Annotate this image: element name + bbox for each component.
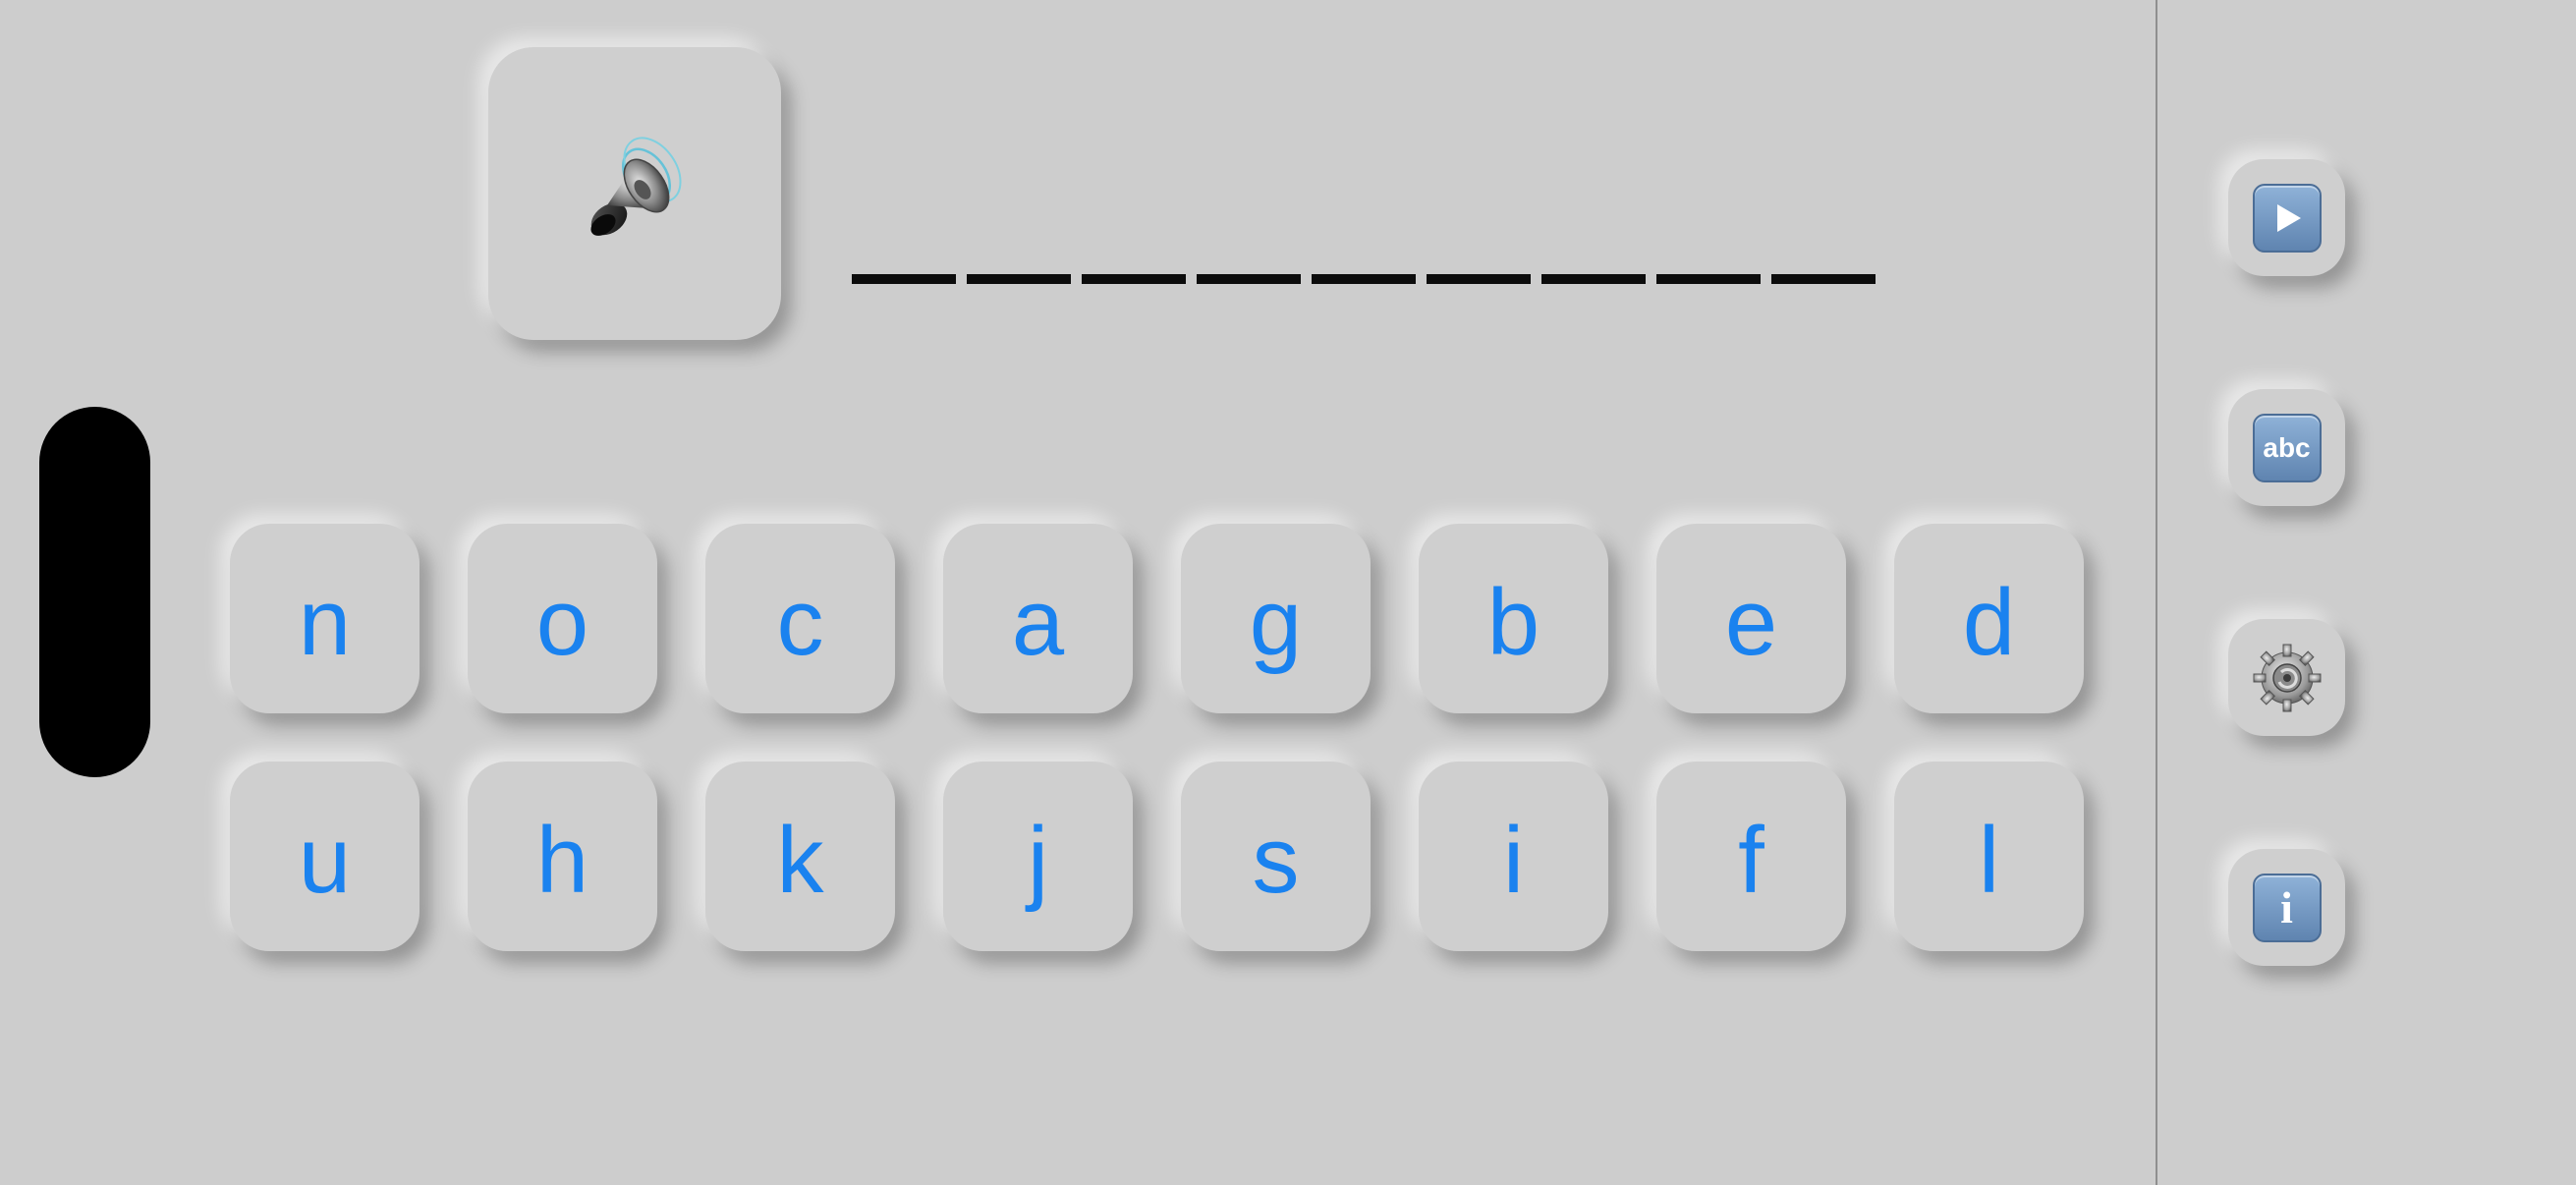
letter-key-s[interactable]: s — [1181, 762, 1371, 951]
letter-key-label: o — [535, 569, 589, 675]
app-window: n o c a g b e d u h k j s i f l abc i — [0, 0, 2576, 1185]
speak-word-button[interactable] — [488, 47, 781, 340]
letter-key-label: s — [1252, 807, 1300, 913]
letter-blank — [1082, 274, 1186, 284]
sidebar-divider — [2156, 0, 2157, 1185]
info-icon: i — [2252, 873, 2322, 942]
letter-key-l[interactable]: l — [1894, 762, 2084, 951]
letter-key-label: b — [1486, 569, 1540, 675]
letter-key-i[interactable]: i — [1419, 762, 1608, 951]
play-button[interactable] — [2228, 159, 2345, 276]
drag-handle[interactable] — [39, 407, 150, 777]
letter-key-label: d — [1962, 569, 2016, 675]
play-icon — [2252, 183, 2322, 253]
letter-key-g[interactable]: g — [1181, 524, 1371, 713]
letter-key-j[interactable]: j — [943, 762, 1133, 951]
letter-blank — [1656, 274, 1761, 284]
letter-blank — [1197, 274, 1301, 284]
letter-blank — [1427, 274, 1531, 284]
letter-key-label: c — [776, 569, 824, 675]
letter-key-label: k — [776, 807, 824, 913]
letter-key-label: j — [1027, 807, 1049, 913]
letter-blank — [967, 274, 1071, 284]
alphabet-button[interactable]: abc — [2228, 389, 2345, 506]
word-blanks — [852, 274, 1876, 284]
letter-key-label: l — [1978, 807, 2000, 913]
letter-blank — [1771, 274, 1876, 284]
letter-key-f[interactable]: f — [1656, 762, 1846, 951]
gear-icon — [2253, 644, 2321, 711]
letter-blank — [1541, 274, 1646, 284]
info-label: i — [2280, 882, 2293, 932]
letter-blank — [1312, 274, 1416, 284]
letter-key-label: g — [1249, 569, 1303, 675]
letter-key-b[interactable]: b — [1419, 524, 1608, 713]
speaker-icon — [590, 137, 682, 236]
letter-key-o[interactable]: o — [468, 524, 657, 713]
letter-key-a[interactable]: a — [943, 524, 1133, 713]
letter-key-d[interactable]: d — [1894, 524, 2084, 713]
letter-key-label: e — [1724, 569, 1778, 675]
letter-key-label: f — [1738, 807, 1764, 913]
letter-key-c[interactable]: c — [705, 524, 895, 713]
letter-key-h[interactable]: h — [468, 762, 657, 951]
letter-blank — [852, 274, 956, 284]
settings-button[interactable] — [2228, 619, 2345, 736]
letter-key-n[interactable]: n — [230, 524, 420, 713]
letter-key-label: n — [298, 569, 352, 675]
letter-key-label: u — [298, 807, 352, 913]
letter-key-e[interactable]: e — [1656, 524, 1846, 713]
abc-icon: abc — [2252, 413, 2322, 482]
letter-key-label: a — [1011, 569, 1065, 675]
letter-key-u[interactable]: u — [230, 762, 420, 951]
letter-key-label: i — [1502, 807, 1525, 913]
letter-key-label: h — [535, 807, 589, 913]
abc-label: abc — [2263, 431, 2311, 463]
info-button[interactable]: i — [2228, 849, 2345, 966]
letter-key-k[interactable]: k — [705, 762, 895, 951]
